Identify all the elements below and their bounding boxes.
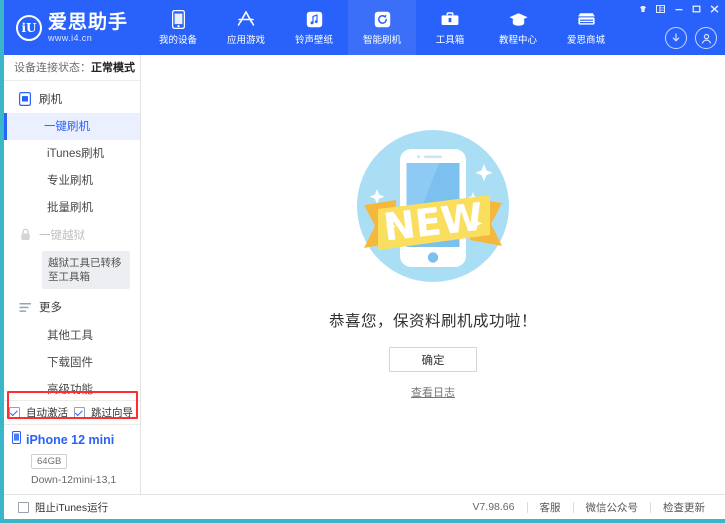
version-label: V7.98.66 xyxy=(460,501,526,513)
sidebar-item-label: 一键刷机 xyxy=(44,118,90,134)
device-name: iPhone 12 mini xyxy=(26,433,114,447)
music-icon xyxy=(306,9,323,29)
confirm-button[interactable]: 确定 xyxy=(389,347,477,372)
window-controls xyxy=(634,2,723,15)
nav-item-tutorial-center[interactable]: 教程中心 xyxy=(484,0,552,55)
jailbreak-moved-tooltip: 越狱工具已转移至工具箱 xyxy=(42,251,130,289)
header-actions xyxy=(665,27,717,49)
device-info[interactable]: iPhone 12 mini 64GB Down-12mini-13,1 xyxy=(4,424,140,494)
sidebar-item-label: 专业刷机 xyxy=(47,172,93,188)
sidebar-group-jailbreak: 一键越狱 xyxy=(4,221,140,249)
nav-label: 智能刷机 xyxy=(363,32,401,46)
sidebar: 设备连接状态：正常模式 刷机 一键刷机 iTunes刷机 专业刷机 xyxy=(4,55,141,494)
nav-label: 铃声壁纸 xyxy=(295,32,333,46)
block-itunes-label: 阻止iTunes运行 xyxy=(35,500,108,515)
nav-item-apps-games[interactable]: 应用游戏 xyxy=(212,0,280,55)
sidebar-item-other-tools[interactable]: 其他工具 xyxy=(4,321,140,348)
success-message: 恭喜您，保资料刷机成功啦！ xyxy=(329,309,537,331)
sidebar-item-download-firmware[interactable]: 下载固件 xyxy=(4,348,140,375)
toolbox-icon xyxy=(440,9,460,29)
sidebar-bottom: 自动激活 跳过向导 iPhone 12 mini 64GB Down-12min… xyxy=(4,400,140,494)
status-bar-left: 阻止iTunes运行 xyxy=(18,500,108,515)
lock-icon xyxy=(18,228,32,242)
download-icon[interactable] xyxy=(665,27,687,49)
sidebar-item-advanced[interactable]: 高级功能 xyxy=(4,375,140,400)
logo-title: 爱思助手 xyxy=(48,13,128,32)
nav-item-ringtones-wallpapers[interactable]: 铃声壁纸 xyxy=(280,0,348,55)
sidebar-item-itunes-flash[interactable]: iTunes刷机 xyxy=(4,140,140,167)
nav-item-store[interactable]: 爱思商城 xyxy=(552,0,620,55)
sidebar-item-one-key-flash[interactable]: 一键刷机 xyxy=(4,113,140,140)
app-header: iU 爱思助手 www.i4.cn 我的设备 应用游戏 xyxy=(4,0,725,55)
auto-activate-label: 自动激活 xyxy=(26,405,68,420)
sidebar-menu: 刷机 一键刷机 iTunes刷机 专业刷机 批量刷机 xyxy=(4,81,140,400)
status-bar-right: V7.98.66 客服 微信公众号 检查更新 xyxy=(460,500,717,515)
body-region: 设备连接状态：正常模式 刷机 一键刷机 iTunes刷机 专业刷机 xyxy=(4,55,725,494)
sidebar-group-flash[interactable]: 刷机 xyxy=(4,85,140,113)
nav-item-smart-flash[interactable]: 智能刷机 xyxy=(348,0,416,55)
skip-wizard-label: 跳过向导 xyxy=(91,405,133,420)
sidebar-item-label: 其他工具 xyxy=(47,327,93,343)
auto-activate-checkbox[interactable] xyxy=(9,407,20,418)
sidebar-group-label: 刷机 xyxy=(39,91,62,107)
customer-service-link[interactable]: 客服 xyxy=(528,500,573,515)
sidebar-group-label: 一键越狱 xyxy=(39,227,85,243)
logo-text: 爱思助手 www.i4.cn xyxy=(48,13,128,43)
menu-icon[interactable] xyxy=(652,2,669,15)
nav-label: 应用游戏 xyxy=(227,32,265,46)
nav-label: 教程中心 xyxy=(499,32,537,46)
device-capacity-badge: 64GB xyxy=(31,454,67,469)
refresh-icon xyxy=(374,9,391,29)
sidebar-item-label: 下载固件 xyxy=(47,354,93,370)
sidebar-item-label: iTunes刷机 xyxy=(47,145,104,161)
store-icon xyxy=(576,9,597,29)
connection-status-label: 设备连接状态： xyxy=(14,59,91,75)
sidebar-item-pro-flash[interactable]: 专业刷机 xyxy=(4,167,140,194)
graduation-icon xyxy=(508,9,529,29)
new-phone-badge-illustration: NEW xyxy=(344,117,522,295)
connection-status-value: 正常模式 xyxy=(91,59,135,75)
app-logo[interactable]: iU 爱思助手 www.i4.cn xyxy=(4,13,144,43)
maximize-icon[interactable] xyxy=(688,2,705,15)
nav-label: 爱思商城 xyxy=(567,32,605,46)
device-identifier: Down-12mini-13,1 xyxy=(31,474,140,486)
nav-label: 工具箱 xyxy=(436,32,465,46)
sidebar-item-label: 高级功能 xyxy=(47,381,93,397)
nav-item-toolbox[interactable]: 工具箱 xyxy=(416,0,484,55)
sidebar-options: 自动激活 跳过向导 xyxy=(4,400,140,424)
main-content: NEW 恭喜您，保资料刷机成功啦！ 确定 查看日志 xyxy=(141,55,725,494)
skin-icon[interactable] xyxy=(634,2,651,15)
sidebar-group-more[interactable]: 更多 xyxy=(4,293,140,321)
logo-mark-icon: iU xyxy=(16,15,42,41)
device-name-row: iPhone 12 mini xyxy=(12,431,140,449)
list-icon xyxy=(18,300,32,314)
block-itunes-checkbox[interactable] xyxy=(18,502,29,513)
close-icon[interactable] xyxy=(706,2,723,15)
logo-url: www.i4.cn xyxy=(48,34,128,43)
sidebar-item-label: 批量刷机 xyxy=(47,199,93,215)
flash-device-icon xyxy=(18,92,32,106)
minimize-icon[interactable] xyxy=(670,2,687,15)
view-log-link[interactable]: 查看日志 xyxy=(411,384,455,400)
sidebar-item-batch-flash[interactable]: 批量刷机 xyxy=(4,194,140,221)
check-update-link[interactable]: 检查更新 xyxy=(651,500,717,515)
nav-label: 我的设备 xyxy=(159,32,197,46)
phone-icon xyxy=(172,9,185,29)
wechat-official-link[interactable]: 微信公众号 xyxy=(574,500,651,515)
account-icon[interactable] xyxy=(695,27,717,49)
skip-wizard-checkbox[interactable] xyxy=(74,407,85,418)
sidebar-group-label: 更多 xyxy=(39,299,62,315)
appstore-icon xyxy=(236,9,256,29)
app-window: iU 爱思助手 www.i4.cn 我的设备 应用游戏 xyxy=(0,0,725,523)
main-nav: 我的设备 应用游戏 铃声壁纸 智能刷机 xyxy=(144,0,620,55)
connection-status: 设备连接状态：正常模式 xyxy=(4,55,140,81)
nav-item-my-device[interactable]: 我的设备 xyxy=(144,0,212,55)
status-bar: 阻止iTunes运行 V7.98.66 客服 微信公众号 检查更新 xyxy=(4,494,725,519)
phone-small-icon xyxy=(12,431,21,449)
